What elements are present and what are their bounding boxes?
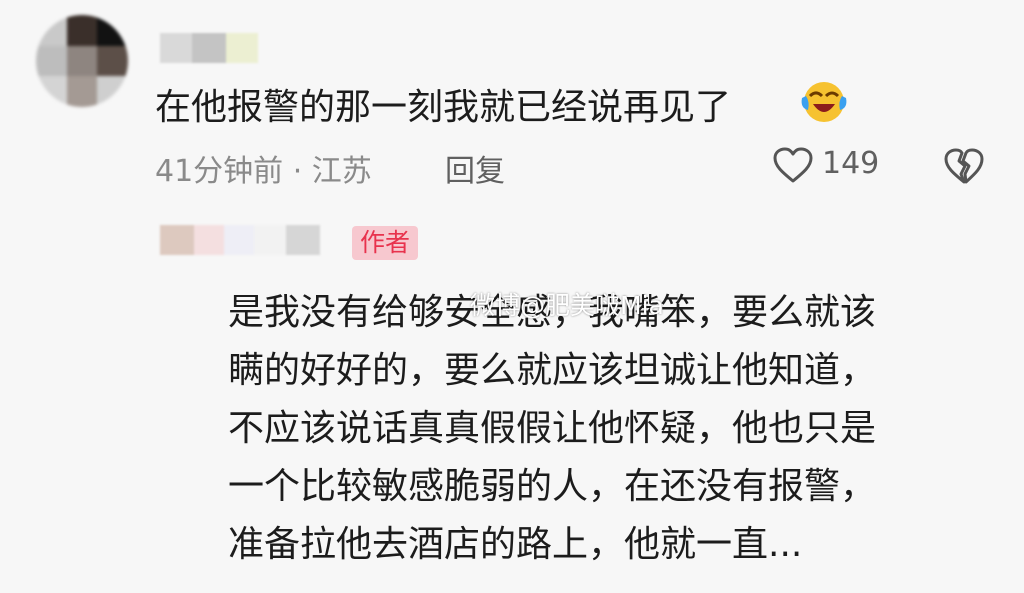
author-badge: 作者	[352, 226, 418, 260]
author-reply-text: 是我没有给够安全感，我嘴笨，要么就该 瞒的好好的，要么就应该坦诚让他知道， 不应…	[228, 284, 988, 574]
comment-text: 在他报警的那一刻我就已经说再见了	[155, 87, 732, 128]
author-name-blurred[interactable]	[160, 225, 320, 255]
weibo-watermark: 微博@肥美啵Mia	[470, 291, 664, 320]
comment-time-location: 41分钟前 · 江苏	[155, 154, 372, 189]
broken-heart-icon[interactable]	[943, 146, 985, 186]
laughing-crying-emoji-icon	[801, 82, 847, 122]
reply-line: 瞒的好好的，要么就应该坦诚让他知道，	[228, 350, 877, 391]
reply-line: 不应该说话真真假假让他怀疑，他也只是	[228, 408, 877, 449]
commenter-name-blurred[interactable]	[160, 33, 258, 63]
like-count: 149	[822, 146, 880, 181]
commenter-avatar[interactable]	[36, 15, 128, 107]
reply-button[interactable]: 回复	[445, 146, 505, 190]
heart-icon[interactable]	[772, 146, 814, 184]
text-fade-overlay	[800, 552, 1010, 593]
reply-line: 一个比较敏感脆弱的人，在还没有报警，	[228, 466, 877, 507]
